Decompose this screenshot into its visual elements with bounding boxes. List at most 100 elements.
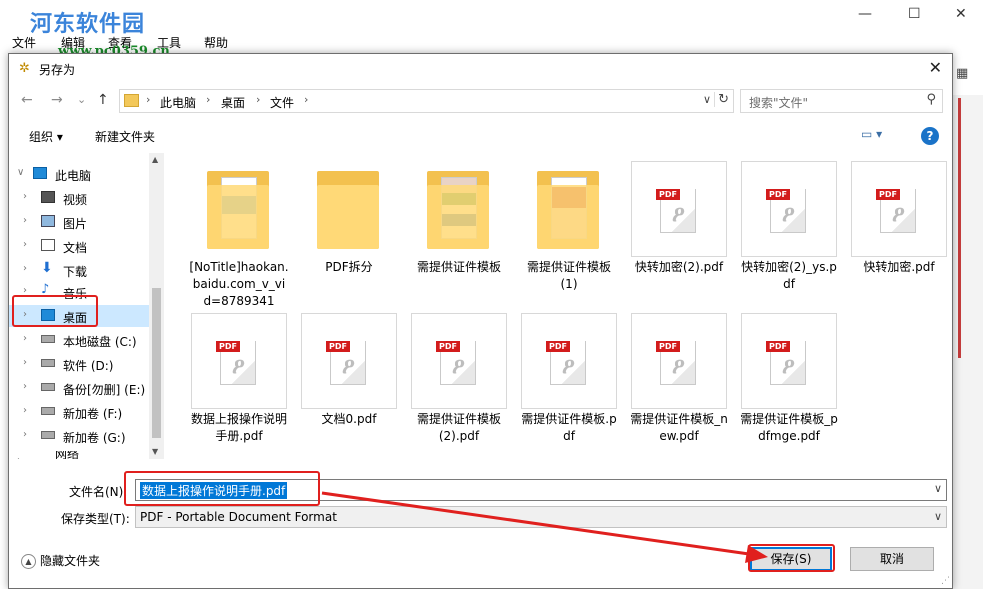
file-name: 快转加密(2).pdf [634,260,724,274]
hide-folders-button[interactable]: ▲ 隐藏文件夹 [21,552,100,569]
view-options-icon[interactable]: ▭ ▾ [861,127,882,141]
tree-item-downloads[interactable]: › ⬇ 下载 [9,259,149,281]
pdf-file-icon: PDF ዖ [741,313,837,409]
new-folder-button[interactable]: 新建文件夹 [95,128,155,145]
search-icon[interactable]: ⚲ [926,92,936,107]
chevron-right-icon[interactable]: › [23,191,27,202]
refresh-icon[interactable]: ↻ [714,92,729,107]
file-item-folder[interactable]: 需提供证件模板 [409,161,509,276]
breadcrumb-files[interactable]: 文件 [270,94,294,111]
tree-label: 文档 [63,241,88,255]
chevron-right-icon[interactable]: › [23,333,27,344]
chevron-down-icon[interactable]: ∨ [934,510,942,523]
file-item-pdf[interactable]: PDF ዖ 需提供证件模板_new.pdf [629,313,729,445]
cancel-button[interactable]: 取消 [850,547,934,571]
recent-locations-icon[interactable]: ⌄ [77,93,86,106]
chevron-right-icon[interactable]: › [23,405,27,416]
file-item-pdf[interactable]: PDF ዖ 快转加密(2).pdf [629,161,729,276]
file-item-folder[interactable]: [NoTitle]haokan.baidu.com_v_vid=8789341 [189,161,289,310]
breadcrumb-separator[interactable]: › [146,93,150,106]
up-icon[interactable]: ↑ [97,92,109,108]
breadcrumb-this-pc[interactable]: 此电脑 [160,94,196,111]
resize-grip-icon[interactable]: ⋰ [941,576,950,586]
file-item-pdf[interactable]: PDF ዖ 快转加密.pdf [849,161,949,276]
drive-icon [41,431,55,439]
chevron-right-icon[interactable]: › [23,215,27,226]
tree-label: 备份[勿删] (E:) [63,383,146,397]
command-toolbar: 组织 ▾ 新建文件夹 ▭ ▾ ? [9,122,952,150]
file-list: [NoTitle]haokan.baidu.com_v_vid=8789341 … [167,153,952,459]
filetype-select[interactable]: PDF - Portable Document Format ∨ [135,506,947,528]
background-titlebar: 河东软件园 — ☐ ✕ [0,0,983,37]
tree-label: 视频 [63,193,88,207]
minimize-icon[interactable]: — [858,6,872,22]
search-input[interactable]: 搜索"文件" ⚲ [740,89,943,113]
filetype-value: PDF - Portable Document Format [140,510,337,524]
chevron-right-icon[interactable]: › [23,381,27,392]
tree-item-this-pc[interactable]: ∨ 此电脑 [9,163,149,185]
annotation-box-save [748,544,835,572]
dialog-titlebar: ✲ 另存为 ✕ [9,54,952,84]
file-item-folder[interactable]: PDF拆分 [299,161,399,276]
tree-item-documents[interactable]: › 文档 [9,235,149,257]
scrollbar-thumb[interactable] [152,288,161,438]
menu-file[interactable]: 文件 [12,34,36,51]
file-item-pdf[interactable]: PDF ዖ 需提供证件模板(2).pdf [409,313,509,445]
chevron-down-icon[interactable]: ∨ [703,93,711,106]
chevron-right-icon[interactable]: › [23,357,27,368]
back-icon[interactable]: ← [21,92,33,108]
dialog-close-icon[interactable]: ✕ [929,58,942,77]
tree-item-drive-d[interactable]: › 软件 (D:) [9,353,149,375]
breadcrumb-separator[interactable]: › [256,93,260,106]
address-bar[interactable]: › 此电脑 › 桌面 › 文件 › ∨ ↻ [119,89,734,113]
annotation-box-desktop [12,295,98,327]
forward-icon[interactable]: → [51,92,63,108]
chevron-right-icon[interactable]: › [23,239,27,250]
download-icon: ⬇ [41,260,53,276]
file-name: 需提供证件模板_pdfmge.pdf [740,412,838,443]
file-name: PDF拆分 [325,260,373,274]
file-name: 需提供证件模板(2).pdf [416,412,501,443]
chevron-down-icon[interactable]: ∨ [17,167,24,178]
hide-folders-label: 隐藏文件夹 [40,554,101,568]
filetype-row: 保存类型(T): PDF - Portable Document Format … [9,505,952,529]
scroll-down-icon[interactable]: ▼ [152,447,158,456]
help-icon[interactable]: ? [921,127,939,145]
file-item-folder[interactable]: 需提供证件模板(1) [519,161,619,293]
file-name: 需提供证件模板_new.pdf [630,412,728,443]
breadcrumb-desktop[interactable]: 桌面 [221,94,245,111]
document-icon [41,239,55,251]
tree-item-drive-c[interactable]: › 本地磁盘 (C:) [9,329,149,351]
tree-item-drive-e[interactable]: › 备份[勿删] (E:) [9,377,149,399]
pdf-file-icon: PDF ዖ [851,161,947,257]
tree-item-network[interactable]: › 网络 [9,451,149,459]
file-item-pdf[interactable]: PDF ዖ 文档0.pdf [299,313,399,428]
menu-help[interactable]: 帮助 [204,34,228,51]
file-item-pdf[interactable]: PDF ዖ 需提供证件模板_pdfmge.pdf [739,313,839,445]
pc-icon [33,167,47,179]
file-item-pdf[interactable]: PDF ዖ 数据上报操作说明手册.pdf [189,313,289,445]
pdf-file-icon: PDF ዖ [741,161,837,257]
navigation-scrollbar[interactable]: ▲ ▼ [149,153,164,459]
breadcrumb-separator[interactable]: › [304,93,308,106]
tree-item-drive-g[interactable]: › 新加卷 (G:) [9,425,149,447]
chevron-right-icon[interactable]: › [17,455,21,459]
tree-item-videos[interactable]: › 视频 [9,187,149,209]
maximize-icon[interactable]: ☐ [908,6,921,22]
pdf-file-icon: PDF ዖ [411,313,507,409]
file-item-pdf[interactable]: PDF ዖ 需提供证件模板.pdf [519,313,619,445]
chevron-down-icon[interactable]: ∨ [934,482,942,495]
file-item-pdf[interactable]: PDF ዖ 快转加密(2)_ys.pdf [739,161,839,293]
grid-view-icon[interactable]: ▦ [956,66,968,81]
scroll-up-icon[interactable]: ▲ [152,155,158,164]
tree-item-pictures[interactable]: › 图片 [9,211,149,233]
organize-button[interactable]: 组织 ▾ [29,128,63,145]
tree-item-drive-f[interactable]: › 新加卷 (F:) [9,401,149,423]
breadcrumb-separator[interactable]: › [206,93,210,106]
chevron-right-icon[interactable]: › [23,429,27,440]
search-placeholder: 搜索"文件" [749,96,809,110]
background-red-bar [958,98,961,358]
pdf-file-icon: PDF ዖ [521,313,617,409]
chevron-right-icon[interactable]: › [23,263,27,274]
close-icon[interactable]: ✕ [955,6,967,22]
